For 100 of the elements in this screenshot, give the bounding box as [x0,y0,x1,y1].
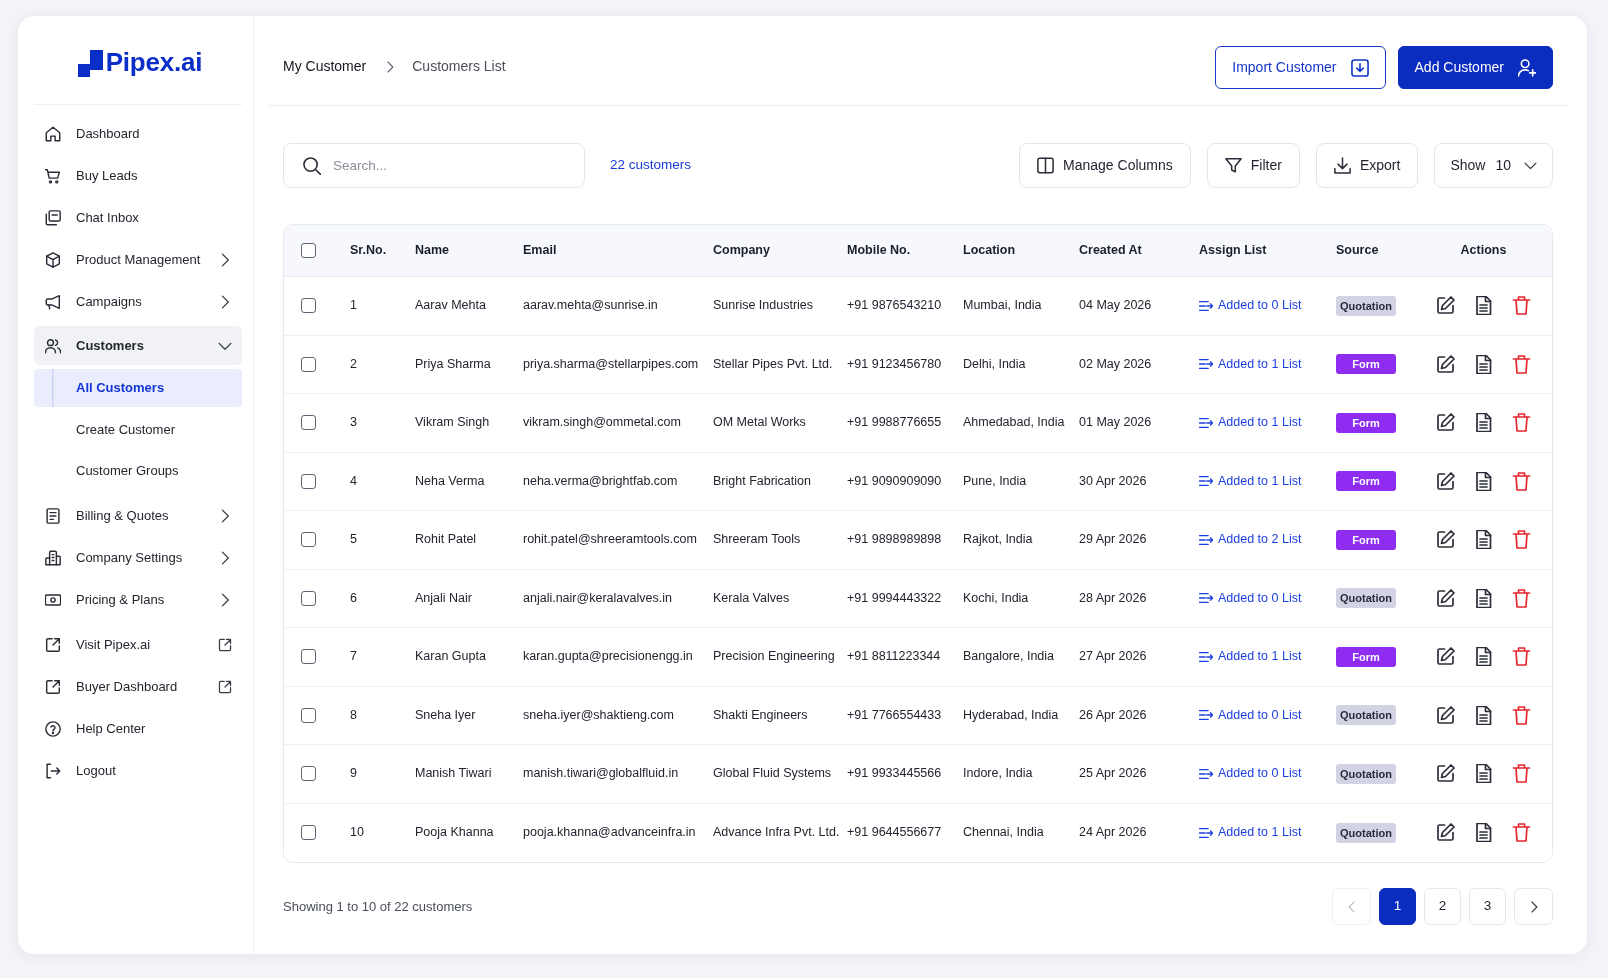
edit-icon[interactable] [1436,413,1455,433]
source-badge: Quotation [1336,705,1396,726]
sidebar-subitem[interactable]: Create Customer [34,410,242,449]
table-cell-text: Vikram Singh [415,414,490,432]
sidebar-item[interactable]: Dashboard [34,114,242,154]
sidebar-item[interactable]: Customers [34,326,242,365]
delete-icon[interactable] [1512,588,1531,608]
sidebar-item[interactable]: Help Center [34,709,242,749]
page-button[interactable]: 3 [1469,888,1506,925]
table-cell-text: 8 [350,706,357,724]
edit-icon[interactable] [1436,588,1455,608]
assign-list-link[interactable]: Added to 1 List [1199,354,1302,374]
assign-list-link[interactable]: Added to 1 List [1199,647,1302,667]
add-user-icon [1518,58,1536,77]
sidebar-item[interactable]: Buyer Dashboard [34,667,242,707]
sidebar-item[interactable]: Visit Pipex.ai [34,625,242,665]
edit-icon[interactable] [1436,471,1455,491]
sidebar-item[interactable]: Chat Inbox [34,198,242,238]
table-cell-text: 10 [350,824,364,842]
export-button[interactable]: Export [1315,143,1419,188]
table-cell-text: +91 9898989898 [847,531,942,549]
cube-icon [45,252,61,268]
table-cell-text: 30 Apr 2026 [1079,472,1147,490]
document-icon [45,508,61,524]
sidebar-item[interactable]: Logout [34,751,242,791]
assign-list-link[interactable]: Added to 0 List [1199,705,1302,725]
edit-icon[interactable] [1436,296,1455,316]
list-arrow-icon [1199,298,1213,313]
row-checkbox[interactable] [301,473,316,489]
sidebar-item[interactable]: Billing & Quotes [34,496,242,536]
document-icon[interactable] [1474,823,1493,843]
assign-list-link[interactable]: Added to 1 List [1199,413,1302,433]
document-icon[interactable] [1474,296,1493,316]
table-cell-text: Global Fluid Systems [713,765,832,783]
document-icon[interactable] [1474,530,1493,550]
row-checkbox[interactable] [301,590,316,606]
select-all-checkbox[interactable] [301,243,316,258]
table-cell-text: 02 May 2026 [1079,355,1152,373]
assign-list-link[interactable]: Added to 1 List [1199,823,1302,843]
table-cell-text: Pune, India [963,472,1027,490]
sidebar-item[interactable]: Company Settings [34,538,242,578]
assign-list-link[interactable]: Added to 0 List [1199,764,1302,784]
row-checkbox[interactable] [301,356,316,372]
document-icon[interactable] [1474,354,1493,374]
page-button[interactable]: 2 [1424,888,1461,925]
document-icon[interactable] [1474,413,1493,433]
sidebar-item[interactable]: Pricing & Plans [34,580,242,620]
source-badge: Form [1336,646,1396,667]
column-header: Name [415,242,450,260]
row-checkbox[interactable] [301,415,316,431]
edit-icon[interactable] [1436,705,1455,725]
edit-icon[interactable] [1436,823,1455,843]
page-button[interactable]: 1 [1379,888,1416,925]
delete-icon[interactable] [1512,471,1531,491]
assign-list-link[interactable]: Added to 0 List [1199,296,1302,316]
edit-icon[interactable] [1436,354,1455,374]
row-checkbox[interactable] [301,532,316,548]
delete-icon[interactable] [1512,705,1531,725]
assign-list-link[interactable]: Added to 0 List [1199,588,1302,608]
table-cell-text: 01 May 2026 [1079,414,1152,432]
edit-icon[interactable] [1436,530,1455,550]
row-checkbox[interactable] [301,298,316,314]
table-cell-text: Hyderabad, India [963,706,1059,724]
manage-columns-button[interactable]: Manage Columns [1019,143,1191,188]
delete-icon[interactable] [1512,530,1531,550]
delete-icon[interactable] [1512,647,1531,667]
delete-icon[interactable] [1512,354,1531,374]
document-icon[interactable] [1474,764,1493,784]
delete-icon[interactable] [1512,296,1531,316]
edit-icon[interactable] [1436,764,1455,784]
sidebar-item[interactable]: Buy Leads [34,156,242,196]
add-customer-button[interactable]: Add Customer [1397,46,1553,89]
breadcrumb-link[interactable]: My Customer [283,56,367,77]
delete-icon[interactable] [1512,413,1531,433]
column-header: Mobile No. [847,242,911,260]
row-checkbox[interactable] [301,766,316,782]
document-icon[interactable] [1474,471,1493,491]
search-field[interactable]: Search... [283,143,585,188]
filter-button[interactable]: Filter [1206,143,1300,188]
table-cell-text: 5 [350,531,357,549]
assign-list-link[interactable]: Added to 2 List [1199,530,1302,550]
document-icon[interactable] [1474,647,1493,667]
document-icon[interactable] [1474,588,1493,608]
table-cell-text: Sneha Iyer [415,706,476,724]
delete-icon[interactable] [1512,764,1531,784]
edit-icon[interactable] [1436,647,1455,667]
sidebar-item[interactable]: Campaigns [34,282,242,322]
sidebar-item[interactable]: Product Management [34,240,242,280]
document-icon[interactable] [1474,705,1493,725]
table-cell-text: sneha.iyer@shaktieng.com [523,706,674,724]
row-checkbox[interactable] [301,825,316,841]
sidebar-subitem[interactable]: Customer Groups [34,452,242,490]
table-cell-text: 25 Apr 2026 [1079,765,1147,783]
assign-list-link[interactable]: Added to 1 List [1199,471,1302,491]
sidebar-subitem[interactable]: All Customers [34,369,242,407]
row-checkbox[interactable] [301,649,316,665]
row-checkbox[interactable] [301,707,316,723]
import-customer-button[interactable]: Import Customer [1215,46,1386,89]
delete-icon[interactable] [1512,823,1531,843]
page-size-select[interactable]: Show 10 [1434,143,1553,188]
